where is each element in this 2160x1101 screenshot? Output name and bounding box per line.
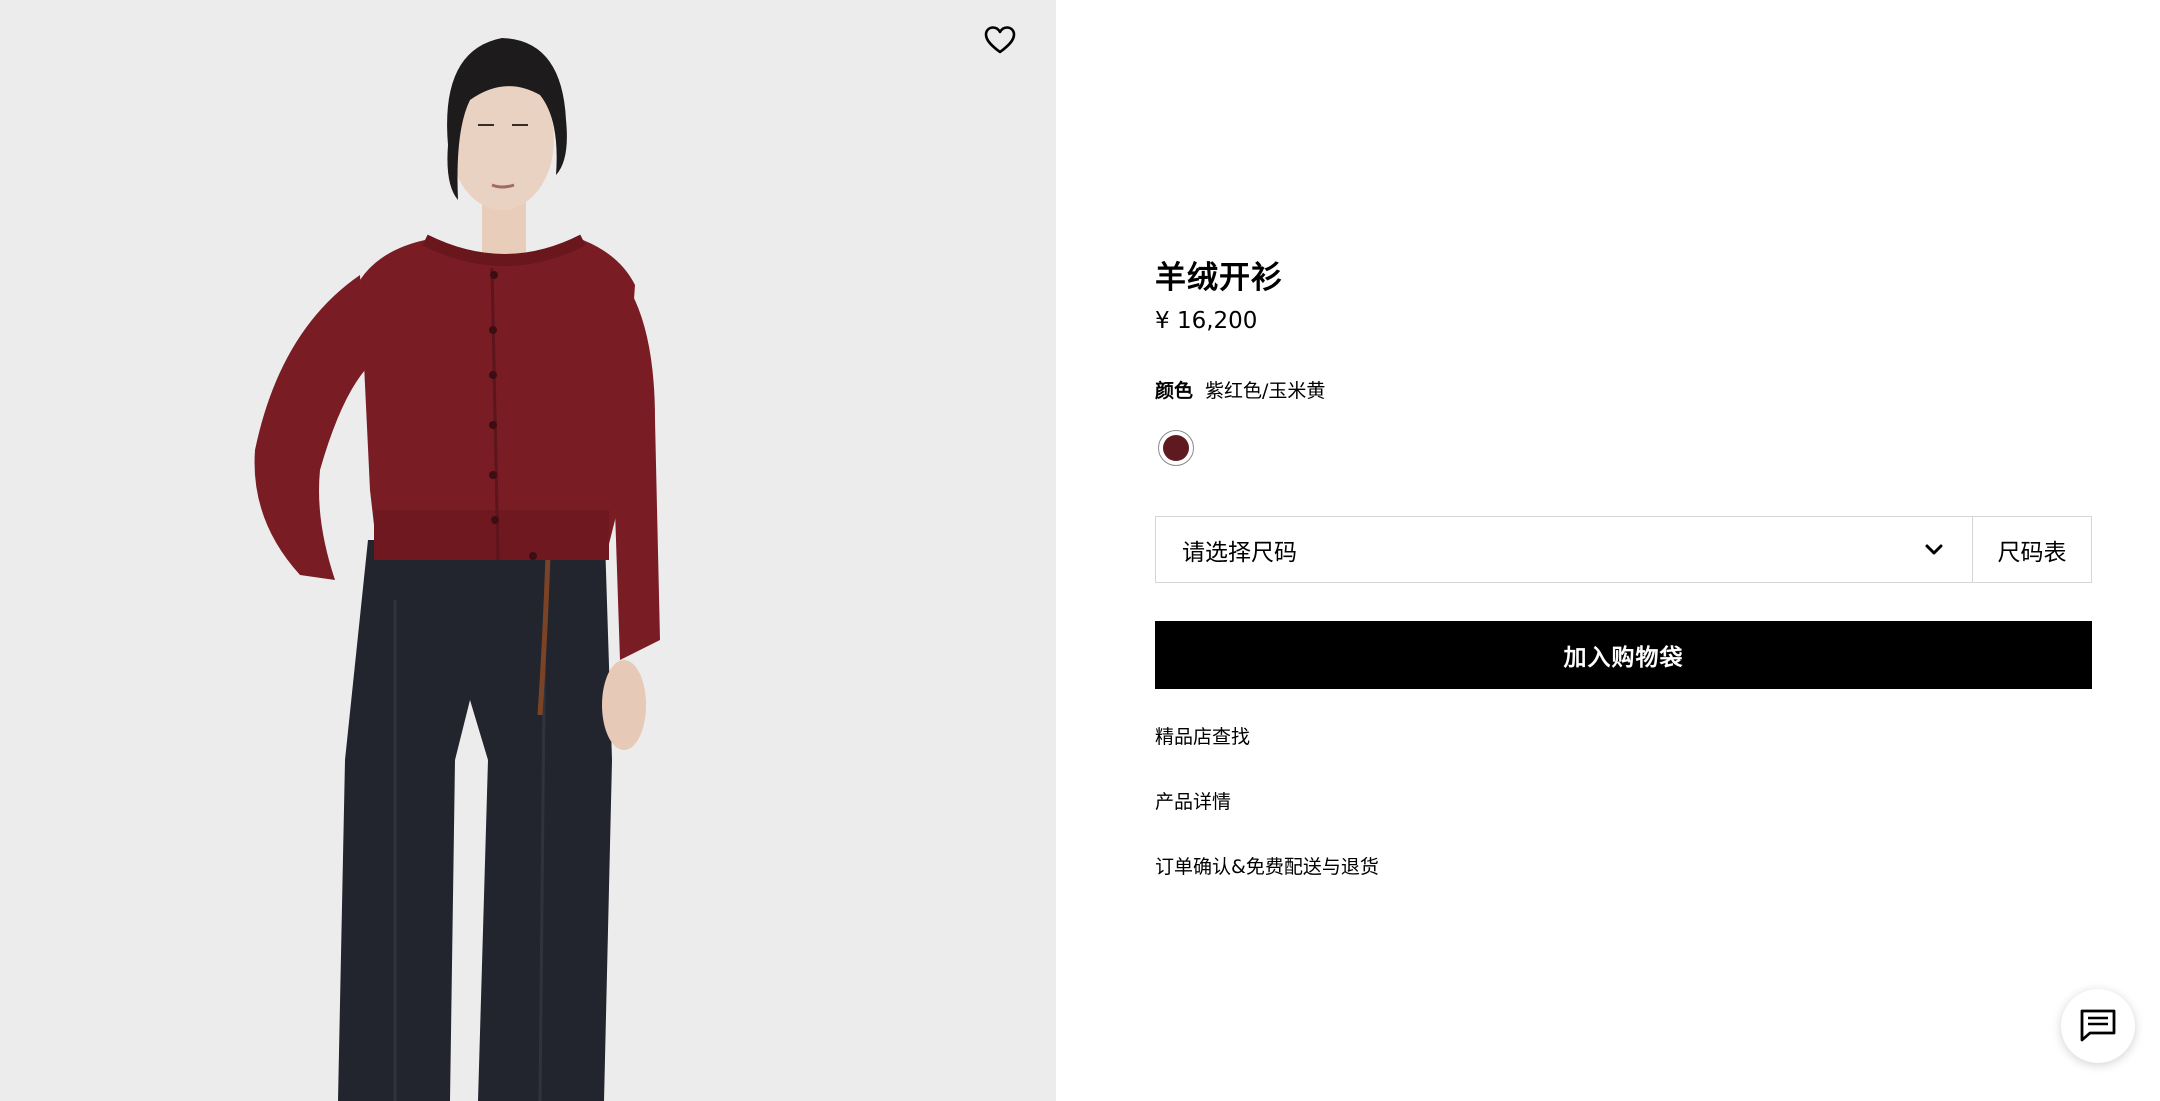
color-swatch[interactable]	[1158, 430, 1194, 466]
chat-button[interactable]	[2061, 989, 2135, 1063]
size-chart-link[interactable]: 尺码表	[1972, 517, 2091, 582]
size-row: 请选择尺码 尺码表	[1155, 516, 2092, 583]
product-details-link[interactable]: 产品详情	[1155, 787, 1231, 814]
color-swatch-fill	[1163, 435, 1189, 461]
store-locator-link[interactable]: 精品店查找	[1155, 722, 1250, 749]
chevron-down-icon	[1925, 544, 1943, 554]
add-to-bag-button[interactable]: 加入购物袋	[1155, 621, 2092, 689]
wishlist-button[interactable]	[981, 21, 1019, 59]
chat-icon	[2080, 1009, 2116, 1042]
product-image-panel	[0, 0, 1056, 1101]
size-select[interactable]: 请选择尺码	[1156, 517, 1972, 582]
heart-icon	[984, 26, 1016, 54]
shipping-returns-link[interactable]: 订单确认&免费配送与退货	[1155, 852, 1379, 879]
product-image	[254, 38, 660, 1101]
color-value: 紫红色/玉米黄	[1205, 380, 1326, 402]
size-select-placeholder: 请选择尺码	[1182, 539, 1297, 566]
color-label: 颜色	[1155, 380, 1194, 402]
product-price: ¥ 16,200	[1155, 308, 1258, 334]
color-row: 颜色 紫红色/玉米黄	[1155, 376, 1325, 403]
product-page: 羊绒开衫 ¥ 16,200 颜色 紫红色/玉米黄 请选择尺码 尺码表 加入购物袋 …	[0, 0, 2160, 1101]
product-title: 羊绒开衫	[1155, 260, 1283, 296]
